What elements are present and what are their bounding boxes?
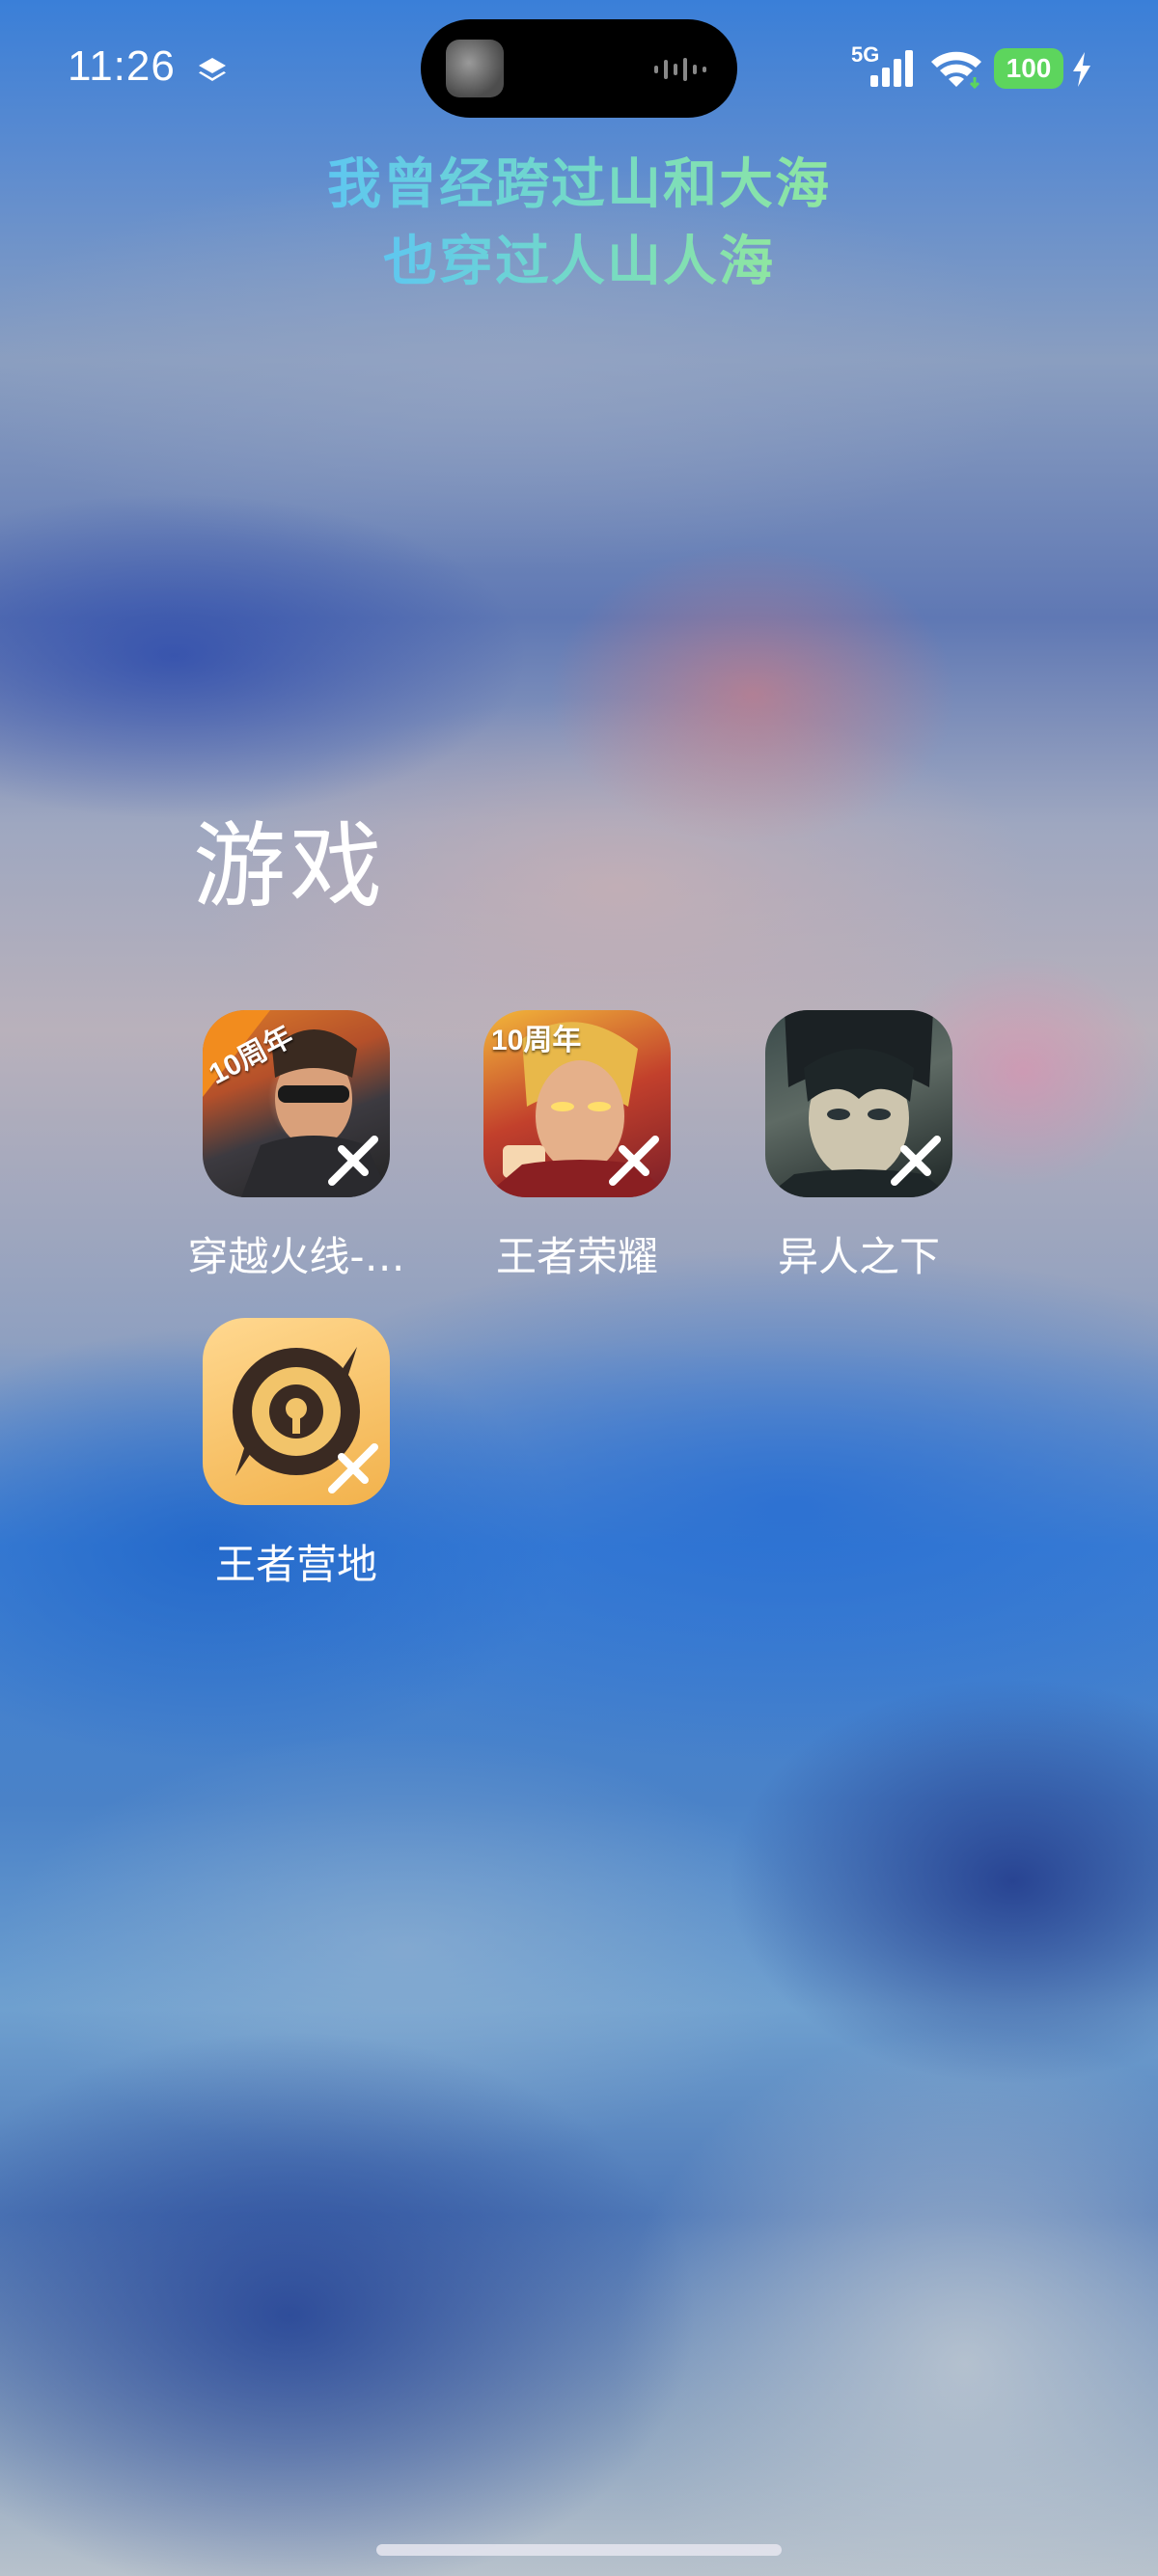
app-label-yiren-zhixia: 异人之下	[777, 1233, 940, 1280]
status-time: 11:26	[68, 42, 176, 90]
now-playing-artwork[interactable]	[446, 40, 504, 97]
folder-title[interactable]: 游戏	[193, 791, 386, 925]
lyric-line-1: 我曾经跨过山和大海	[327, 153, 831, 216]
app-label-wangzhe-yingdi: 王者营地	[214, 1541, 377, 1588]
honor-of-kings-app-icon[interactable]: 10周年	[483, 1010, 671, 1197]
tencent-games-corner-icon	[328, 1443, 378, 1494]
tencent-games-corner-icon	[609, 1136, 659, 1186]
charging-bolt-icon	[1073, 52, 1090, 87]
home-indicator[interactable]	[376, 2544, 782, 2556]
app-label-honor-of-kings: 王者荣耀	[495, 1233, 658, 1280]
tencent-games-corner-icon	[891, 1136, 941, 1186]
yiren-zhixia-app-icon[interactable]	[765, 1010, 952, 1197]
battery-icon: 100	[994, 48, 1063, 89]
tencent-games-corner-icon	[328, 1136, 378, 1186]
cellular-signal-icon	[870, 50, 913, 87]
anniversary-badge: 10周年	[491, 1025, 582, 1056]
audio-waveform-icon	[654, 58, 706, 81]
app-label-crossfire: 穿越火线-…	[187, 1233, 405, 1280]
crossfire-app-icon[interactable]: 10周年	[203, 1010, 390, 1197]
wifi-icon	[931, 51, 981, 89]
wallpaper	[0, 0, 1158, 2576]
lyric-line-2: 也穿过人山人海	[383, 231, 775, 293]
wangzhe-yingdi-app-icon[interactable]	[203, 1318, 390, 1505]
dynamic-island[interactable]	[421, 19, 737, 118]
layers-icon	[199, 58, 226, 81]
